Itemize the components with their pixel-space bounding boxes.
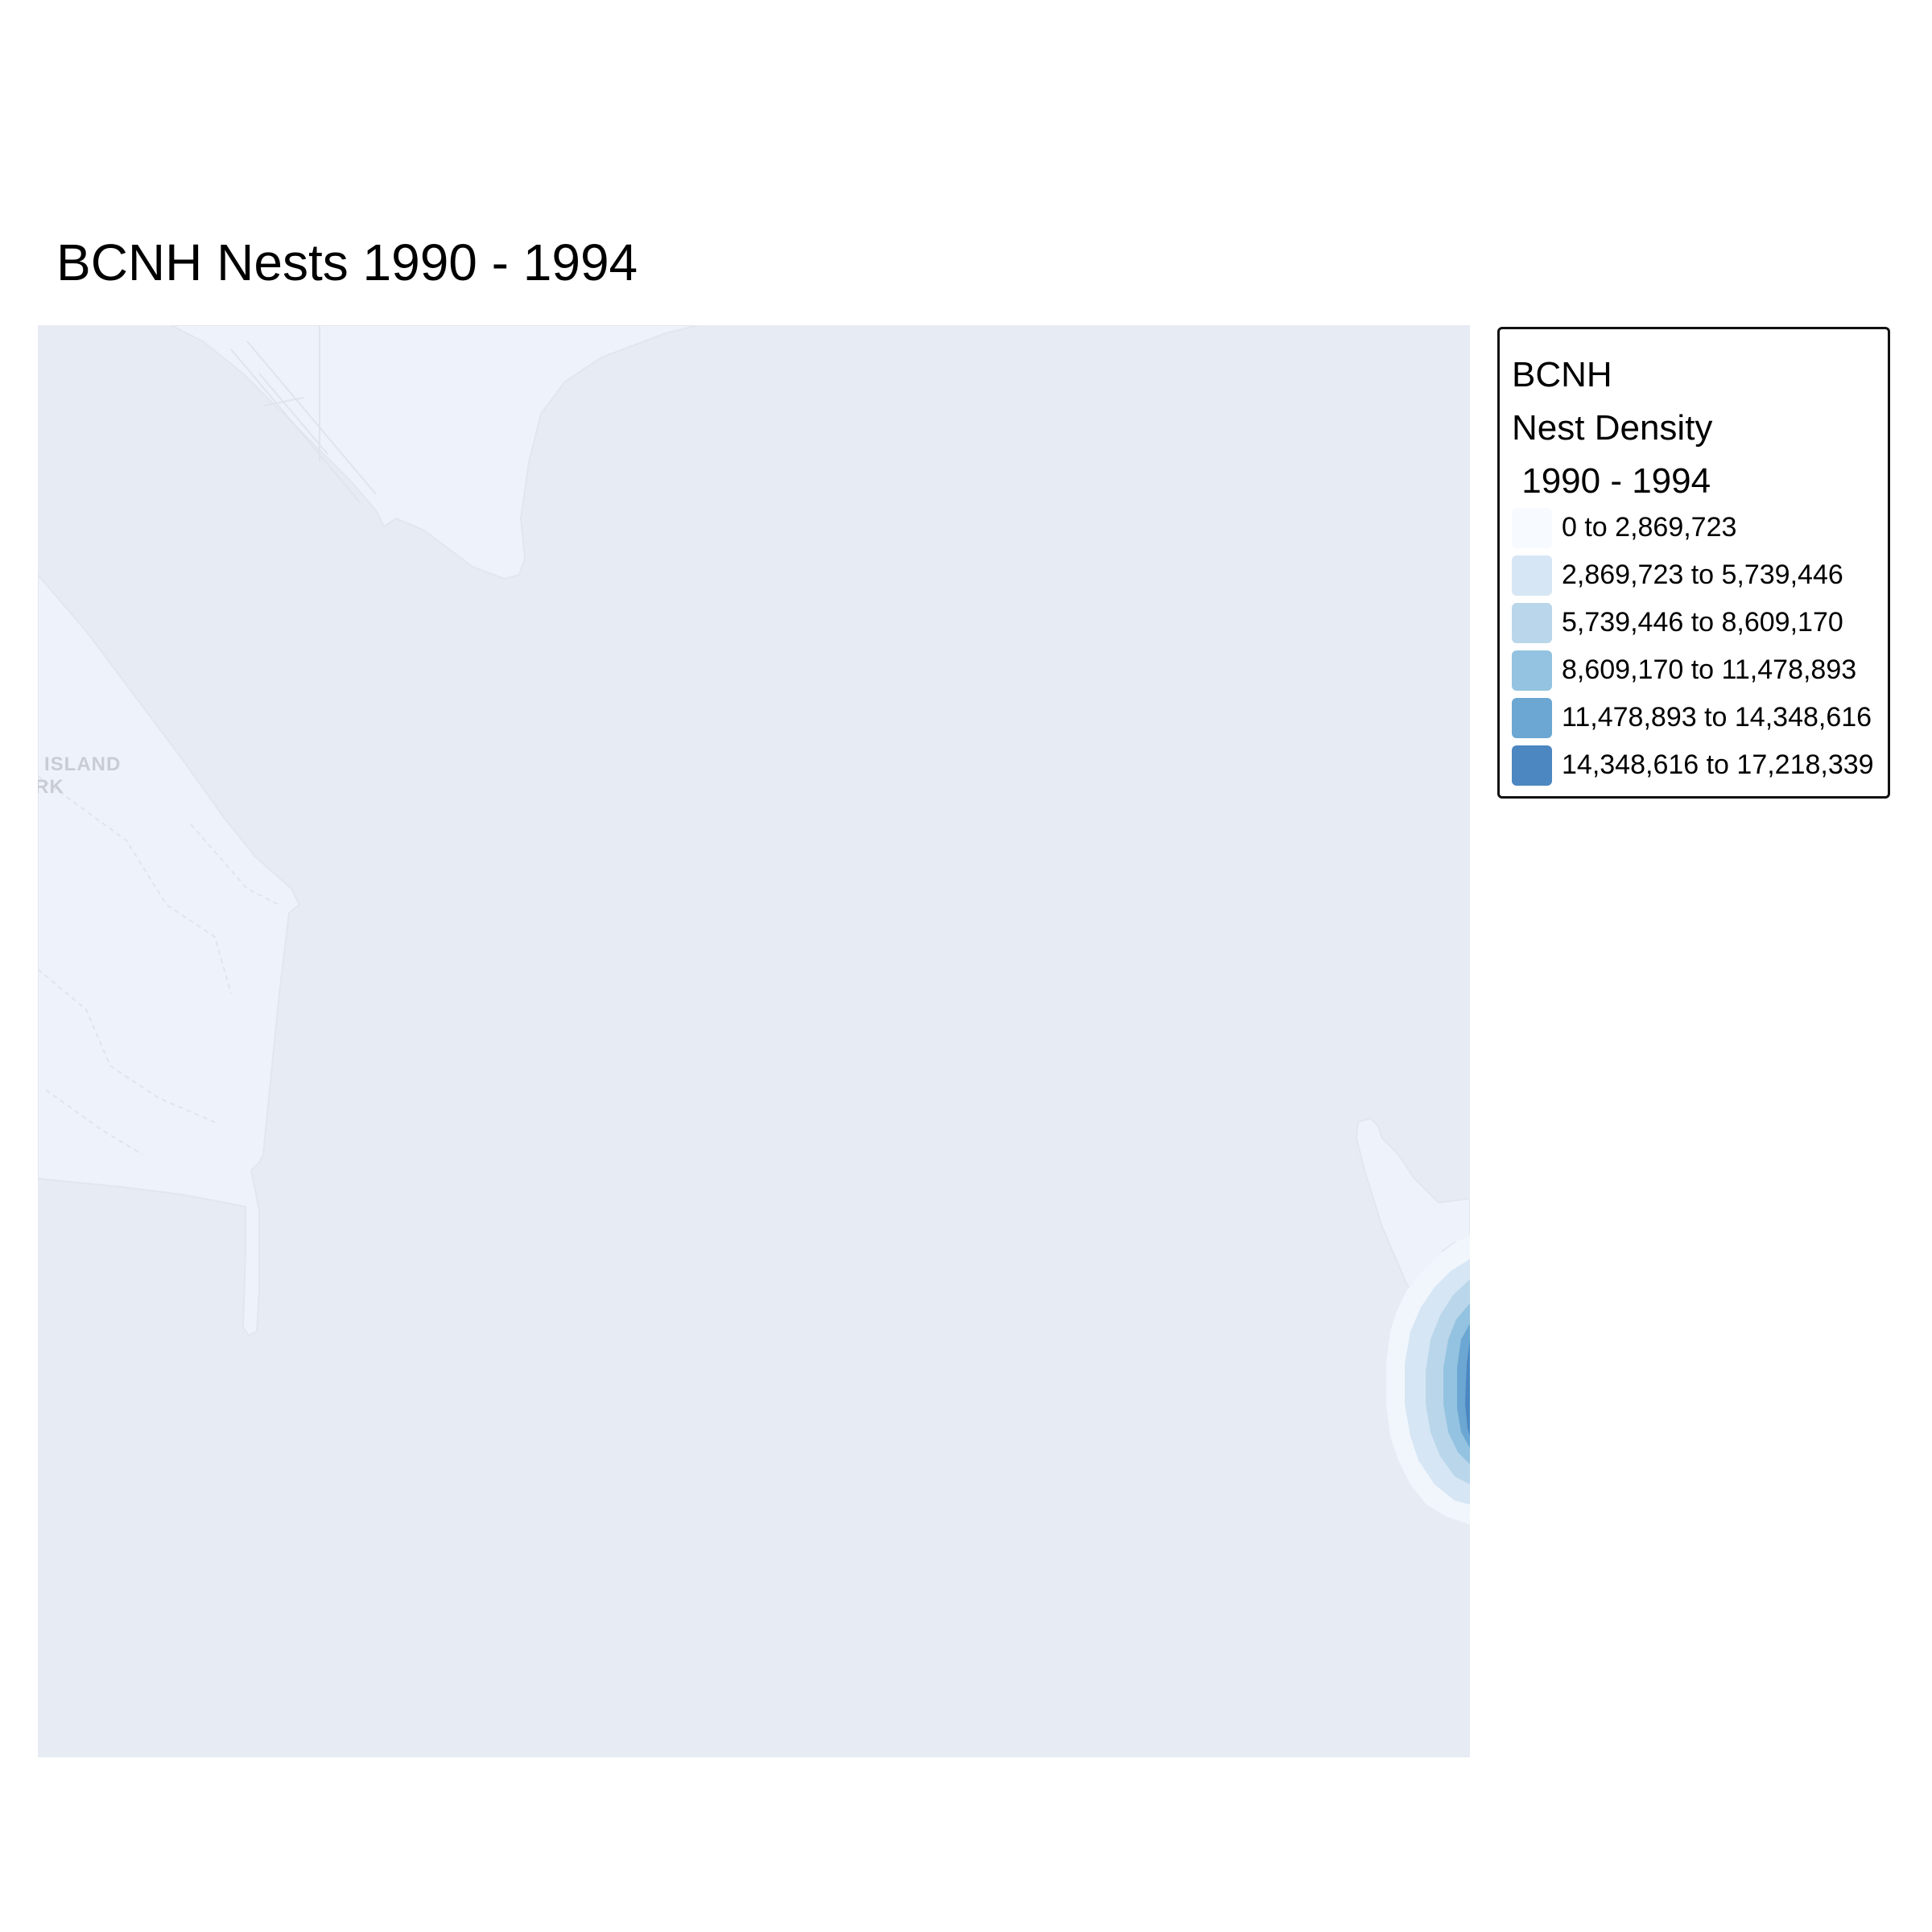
legend-label: 0 to 2,869,723 <box>1562 512 1737 543</box>
legend-label: 8,609,170 to 11,478,893 <box>1562 654 1857 685</box>
legend-swatch <box>1512 745 1552 786</box>
map-title: BCNH Nests 1990 - 1994 <box>56 233 638 291</box>
map-label-park: RK <box>38 776 64 798</box>
legend-label: 5,739,446 to 8,609,170 <box>1562 607 1843 638</box>
legend-item: 14,348,616 to 17,218,339 <box>1512 745 1882 786</box>
legend-item: 5,739,446 to 8,609,170 <box>1512 603 1882 643</box>
legend-item: 8,609,170 to 11,478,893 <box>1512 650 1882 691</box>
legend-swatch <box>1512 508 1552 548</box>
legend-swatch <box>1512 603 1552 643</box>
map-label-island: ISLAND <box>44 753 122 775</box>
legend-title-line-1: BCNH <box>1512 355 1612 394</box>
legend-swatch <box>1512 555 1552 596</box>
legend-item: 2,869,723 to 5,739,446 <box>1512 555 1882 596</box>
legend-item: 11,478,893 to 14,348,616 <box>1512 698 1882 738</box>
legend-title-line-2: Nest Density <box>1512 408 1713 448</box>
legend-label: 2,869,723 to 5,739,446 <box>1562 559 1843 590</box>
map-legend: BCNH Nest Density 1990 - 1994 0 to 2,869… <box>1497 327 1890 799</box>
legend-title-line-3: 1990 - 1994 <box>1512 461 1711 501</box>
legend-label: 14,348,616 to 17,218,339 <box>1562 749 1874 780</box>
legend-swatch <box>1512 650 1552 691</box>
basemap <box>38 325 1470 1757</box>
map-panel[interactable]: ISLAND RK <box>38 325 1470 1757</box>
legend-swatch <box>1512 698 1552 738</box>
legend-label: 11,478,893 to 14,348,616 <box>1562 702 1872 733</box>
legend-item: 0 to 2,869,723 <box>1512 508 1882 548</box>
